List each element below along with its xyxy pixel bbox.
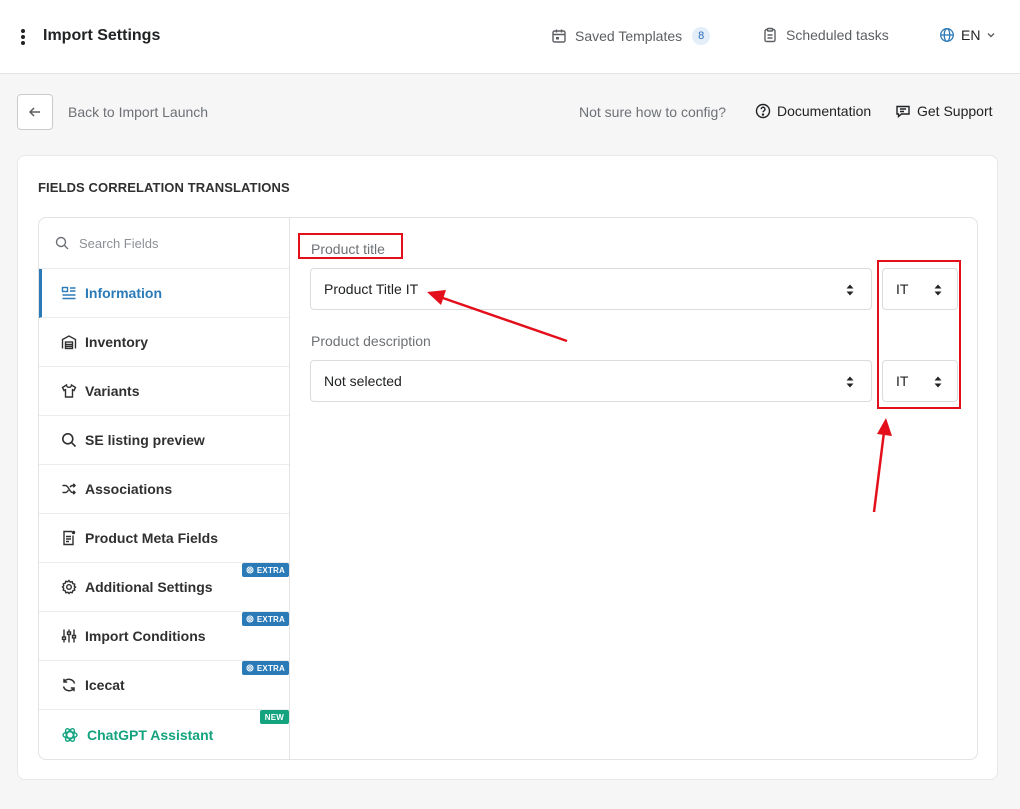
document-icon bbox=[63, 530, 76, 546]
support-label: Get Support bbox=[917, 103, 993, 119]
language-selector[interactable]: EN bbox=[939, 27, 996, 43]
support-link[interactable]: Get Support bbox=[895, 103, 993, 119]
card-title: FIELDS CORRELATION TRANSLATIONS bbox=[38, 180, 290, 195]
product-title-select[interactable]: Product Title IT bbox=[310, 268, 872, 310]
arrow-left-icon bbox=[28, 107, 40, 117]
page-title: Import Settings bbox=[43, 27, 161, 44]
information-icon bbox=[61, 286, 76, 300]
sidebar-item-additional-settings[interactable]: Additional Settings EXTRA bbox=[39, 563, 289, 612]
sidebar-item-information[interactable]: Information bbox=[39, 269, 289, 318]
select-caret-icon bbox=[846, 376, 854, 388]
sidebar-item-label: Inventory bbox=[85, 334, 149, 350]
sidebar-item-icecat[interactable]: Icecat EXTRA bbox=[39, 661, 289, 710]
chat-icon bbox=[896, 105, 910, 118]
sidebar-item-label: Icecat bbox=[85, 677, 125, 693]
gear-icon bbox=[246, 566, 254, 574]
clipboard-icon bbox=[764, 27, 776, 43]
scheduled-tasks-link[interactable]: Scheduled tasks bbox=[762, 27, 889, 43]
saved-templates-link[interactable]: Saved Templates 8 bbox=[551, 27, 711, 45]
sliders-icon bbox=[61, 629, 77, 643]
sidebar-item-label: Variants bbox=[85, 383, 140, 399]
sidebar-item-inventory[interactable]: Inventory bbox=[39, 318, 289, 367]
extra-badge-label: EXTRA bbox=[256, 565, 285, 575]
annotation-box-language-selects bbox=[877, 260, 961, 409]
product-description-select[interactable]: Not selected bbox=[310, 360, 872, 402]
saved-templates-label: Saved Templates bbox=[575, 28, 683, 44]
product-description-label: Product description bbox=[311, 333, 431, 349]
sidebar-item-label: Product Meta Fields bbox=[85, 530, 219, 546]
chevron-down-icon bbox=[987, 33, 995, 38]
sidebar-item-associations[interactable]: Associations bbox=[39, 465, 289, 514]
sidebar-item-label: ChatGPT Assistant bbox=[87, 726, 214, 743]
more-menu-icon[interactable] bbox=[20, 29, 26, 45]
saved-templates-count: 8 bbox=[692, 27, 711, 45]
sidebar-item-label: Associations bbox=[85, 481, 173, 497]
sidebar-item-chatgpt-assistant[interactable]: ChatGPT Assistant NEW bbox=[39, 710, 289, 759]
back-button[interactable] bbox=[17, 94, 53, 130]
gear-icon bbox=[246, 615, 254, 623]
product-title-value: Product Title IT bbox=[324, 281, 419, 297]
extra-badge: EXTRA bbox=[241, 612, 289, 626]
sidebar-item-label: Additional Settings bbox=[85, 579, 213, 595]
search-icon bbox=[62, 433, 77, 448]
warehouse-icon bbox=[61, 335, 77, 350]
scheduled-tasks-label: Scheduled tasks bbox=[786, 27, 889, 43]
sidebar-item-import-conditions[interactable]: Import Conditions EXTRA bbox=[39, 612, 289, 661]
search-box bbox=[39, 218, 289, 269]
sidebar-item-variants[interactable]: Variants bbox=[39, 367, 289, 416]
settings-panel: Information Inventory Variants SE listin… bbox=[38, 217, 978, 760]
help-circle-icon bbox=[755, 103, 771, 119]
documentation-link[interactable]: Documentation bbox=[755, 103, 871, 119]
shirt-icon bbox=[61, 383, 77, 398]
globe-icon bbox=[940, 28, 954, 42]
search-input[interactable] bbox=[79, 235, 259, 251]
language-label: EN bbox=[961, 27, 981, 43]
new-badge-label: NEW bbox=[264, 712, 284, 722]
documentation-label: Documentation bbox=[777, 103, 872, 119]
extra-badge-label: EXTRA bbox=[256, 614, 285, 624]
search-icon bbox=[55, 236, 69, 250]
sidebar-item-se-listing-preview[interactable]: SE listing preview bbox=[39, 416, 289, 465]
openai-icon bbox=[62, 727, 78, 742]
shuffle-icon bbox=[62, 483, 76, 495]
sidebar-item-label: Information bbox=[85, 285, 162, 301]
gear-icon bbox=[61, 579, 77, 595]
sidebar-item-label: SE listing preview bbox=[85, 432, 205, 448]
new-badge: NEW bbox=[259, 710, 289, 724]
refresh-icon bbox=[62, 678, 76, 692]
annotation-box-title-label bbox=[298, 233, 403, 259]
extra-badge: EXTRA bbox=[241, 661, 289, 675]
settings-card: FIELDS CORRELATION TRANSLATIONS Informat… bbox=[17, 155, 998, 780]
sidebar-item-product-meta-fields[interactable]: Product Meta Fields bbox=[39, 514, 289, 563]
help-prompt: Not sure how to config? bbox=[579, 104, 727, 120]
extra-badge-label: EXTRA bbox=[256, 663, 285, 673]
gear-icon bbox=[246, 664, 254, 672]
select-caret-icon bbox=[846, 284, 854, 296]
calendar-icon bbox=[552, 29, 566, 43]
product-description-value: Not selected bbox=[324, 373, 402, 389]
sidebar-item-label: Import Conditions bbox=[85, 628, 206, 644]
back-label: Back to Import Launch bbox=[68, 104, 209, 120]
fields-sidebar: Information Inventory Variants SE listin… bbox=[39, 218, 290, 759]
top-bar: Import Settings Saved Templates 8 Schedu… bbox=[0, 0, 1020, 74]
extra-badge: EXTRA bbox=[241, 563, 289, 577]
